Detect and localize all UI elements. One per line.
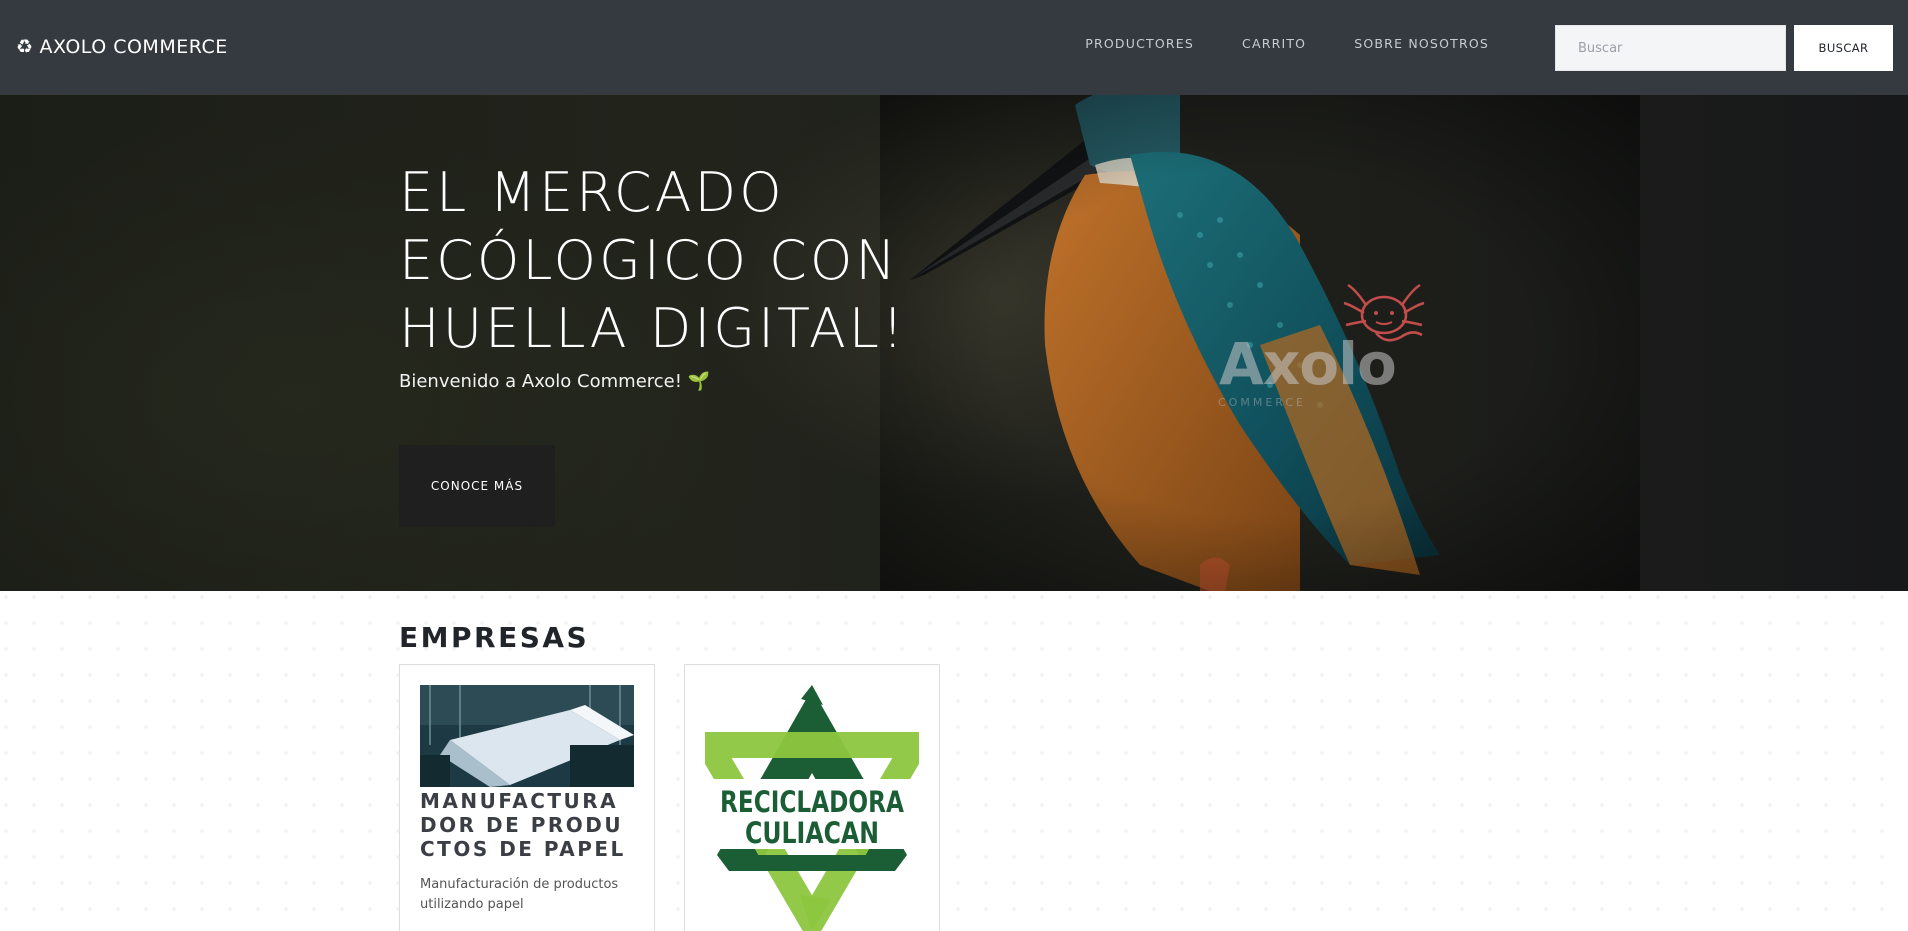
recicladora-culiacan-logo: RECICLADORA CULIACAN [705, 685, 919, 931]
company-card[interactable]: RECICLADORA CULIACAN [684, 664, 940, 931]
main-content: EMPRESAS MANUFACTURADOR DE PRODUCTOS DE … [0, 591, 1908, 931]
section-title: EMPRESAS [399, 621, 590, 654]
conoce-mas-button[interactable]: CONOCE MÁS [399, 445, 555, 527]
hero-banner: EL MERCADO ECÓLOGICO CON HUELLA DIGITAL!… [0, 95, 1908, 591]
brand-name: AXOLO COMMERCE [39, 36, 228, 58]
nav-links: PRODUCTORES CARRITO SOBRE NOSOTROS [1061, 36, 1513, 51]
logo-line1: RECICLADORA [720, 785, 904, 819]
recycle-icon: ♻ [16, 36, 34, 58]
company-description: Manufacturación de productos utilizando … [420, 877, 619, 912]
company-title: MANUFACTURADOR DE PRODUCTOS DE PAPEL [420, 789, 626, 861]
navbar: ♻ AXOLO COMMERCE PRODUCTORES CARRITO SOB… [0, 0, 1908, 95]
search-input[interactable] [1555, 25, 1786, 71]
nav-link-productores[interactable]: PRODUCTORES [1061, 36, 1218, 51]
search-button[interactable]: BUSCAR [1794, 25, 1893, 71]
brand-link[interactable]: ♻ AXOLO COMMERCE [16, 33, 228, 61]
watermark-subtitle: COMMERCE [1218, 396, 1306, 409]
paper-factory-image [420, 685, 634, 787]
nav-link-carrito[interactable]: CARRITO [1218, 36, 1330, 51]
company-card[interactable]: MANUFACTURADOR DE PRODUCTOS DE PAPEL Man… [399, 664, 655, 931]
watermark-name: Axolo [1219, 330, 1397, 398]
hero-subtitle: Bienvenido a Axolo Commerce! 🌱 [399, 371, 711, 392]
hero-title: EL MERCADO ECÓLOGICO CON HUELLA DIGITAL! [399, 161, 907, 360]
logo-line2: CULIACAN [745, 816, 879, 850]
nav-link-sobre-nosotros[interactable]: SOBRE NOSOTROS [1330, 36, 1513, 51]
